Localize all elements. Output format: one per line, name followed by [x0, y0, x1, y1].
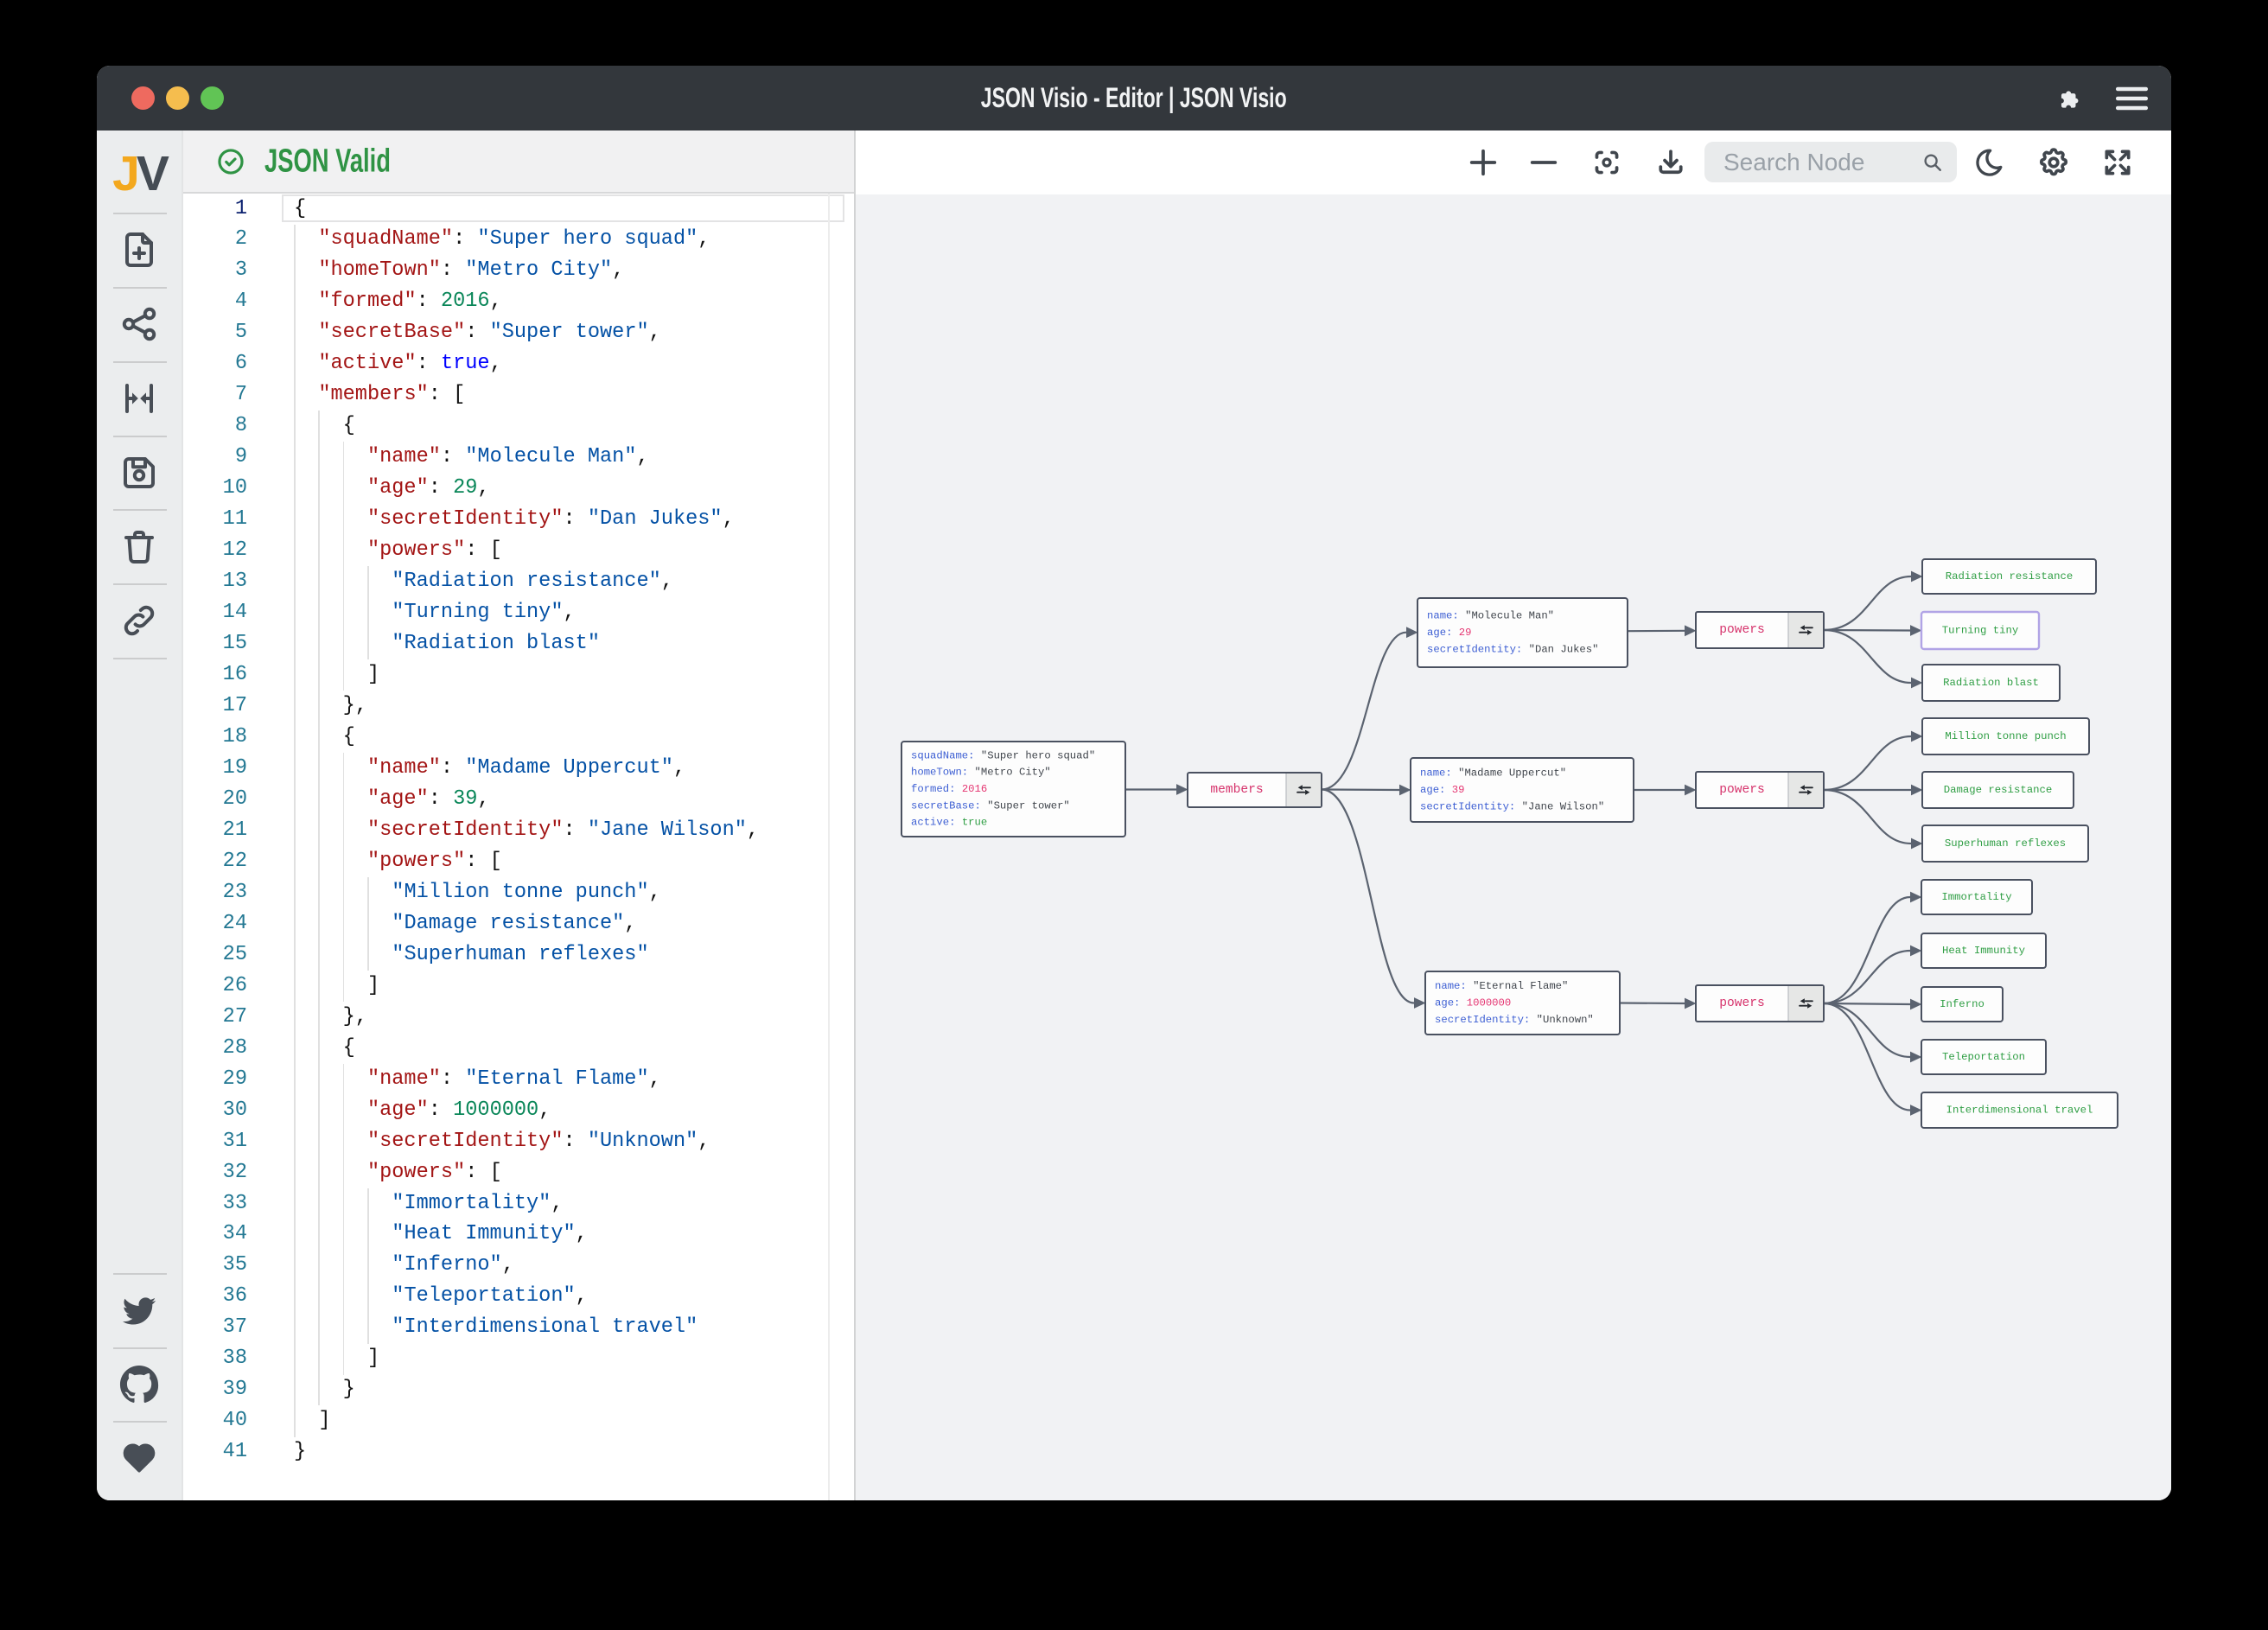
svg-text:age: 39: age: 39	[1420, 784, 1464, 796]
svg-text:Turning tiny: Turning tiny	[1942, 625, 2019, 637]
svg-text:name: "Eternal Flame": name: "Eternal Flame"	[1435, 980, 1568, 992]
svg-text:powers: powers	[1719, 623, 1765, 637]
svg-text:secretIdentity: "Unknown": secretIdentity: "Unknown"	[1435, 1014, 1594, 1026]
svg-text:Damage resistance: Damage resistance	[1944, 784, 2052, 796]
svg-text:Inferno: Inferno	[1940, 998, 1984, 1010]
svg-text:secretIdentity: "Jane Wilson": secretIdentity: "Jane Wilson"	[1420, 800, 1604, 812]
svg-text:age: 1000000: age: 1000000	[1435, 997, 1511, 1009]
svg-text:Interdimensional travel: Interdimensional travel	[1946, 1105, 2093, 1117]
svg-text:Superhuman reflexes: Superhuman reflexes	[1945, 837, 2066, 850]
svg-text:formed: 2016: formed: 2016	[911, 783, 987, 795]
svg-text:Radiation resistance: Radiation resistance	[1946, 570, 2074, 583]
svg-text:Teleportation: Teleportation	[1942, 1051, 2025, 1063]
svg-text:secretBase: "Super tower": secretBase: "Super tower"	[911, 799, 1070, 812]
svg-text:squadName: "Super hero squad": squadName: "Super hero squad"	[911, 749, 1095, 761]
svg-text:homeTown: "Metro City": homeTown: "Metro City"	[911, 767, 1051, 779]
svg-text:name: "Molecule Man": name: "Molecule Man"	[1427, 610, 1554, 622]
svg-text:name: "Madame Uppercut": name: "Madame Uppercut"	[1420, 767, 1566, 780]
svg-text:secretIdentity: "Dan Jukes": secretIdentity: "Dan Jukes"	[1427, 643, 1599, 655]
svg-text:powers: powers	[1719, 783, 1765, 797]
svg-text:age: 29: age: 29	[1427, 627, 1471, 639]
svg-text:powers: powers	[1719, 996, 1765, 1010]
svg-text:Immortality: Immortality	[1941, 891, 2011, 903]
svg-text:Heat Immunity: Heat Immunity	[1942, 945, 2025, 957]
svg-text:Radiation blast: Radiation blast	[1943, 677, 2039, 689]
svg-text:Million tonne punch: Million tonne punch	[1945, 730, 2066, 742]
svg-text:members: members	[1210, 783, 1263, 797]
svg-text:active: true: active: true	[911, 817, 987, 829]
